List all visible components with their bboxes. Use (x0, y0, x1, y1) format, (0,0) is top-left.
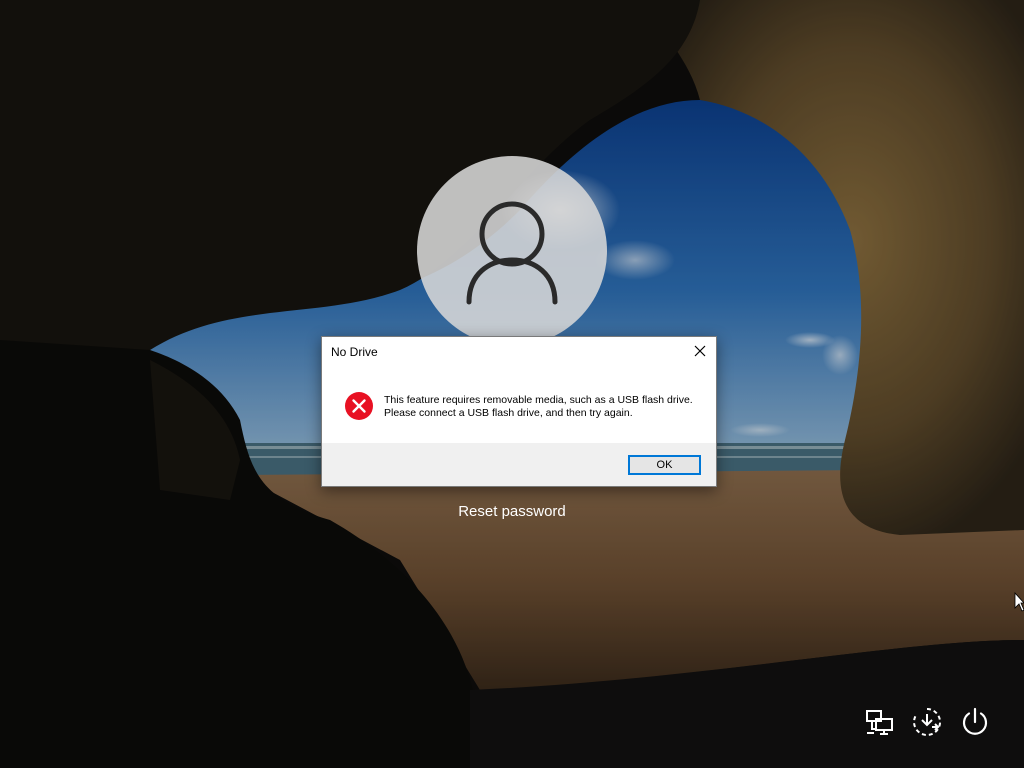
no-drive-dialog: No Drive This feature requires removable… (321, 336, 717, 487)
user-icon (466, 201, 558, 305)
power-icon[interactable] (958, 705, 992, 739)
reset-password-link[interactable]: Reset password (412, 503, 612, 520)
network-icon[interactable] (862, 705, 896, 739)
error-icon (345, 392, 373, 420)
dialog-close-button[interactable] (684, 337, 716, 365)
mouse-cursor-icon (1014, 592, 1024, 612)
ease-of-access-icon[interactable] (910, 705, 944, 739)
dialog-title: No Drive (331, 345, 378, 359)
dialog-footer: OK (322, 443, 716, 486)
close-icon (694, 345, 706, 357)
user-avatar (417, 156, 607, 346)
ok-button[interactable]: OK (628, 455, 701, 475)
dialog-message: This feature requires removable media, s… (384, 394, 693, 419)
